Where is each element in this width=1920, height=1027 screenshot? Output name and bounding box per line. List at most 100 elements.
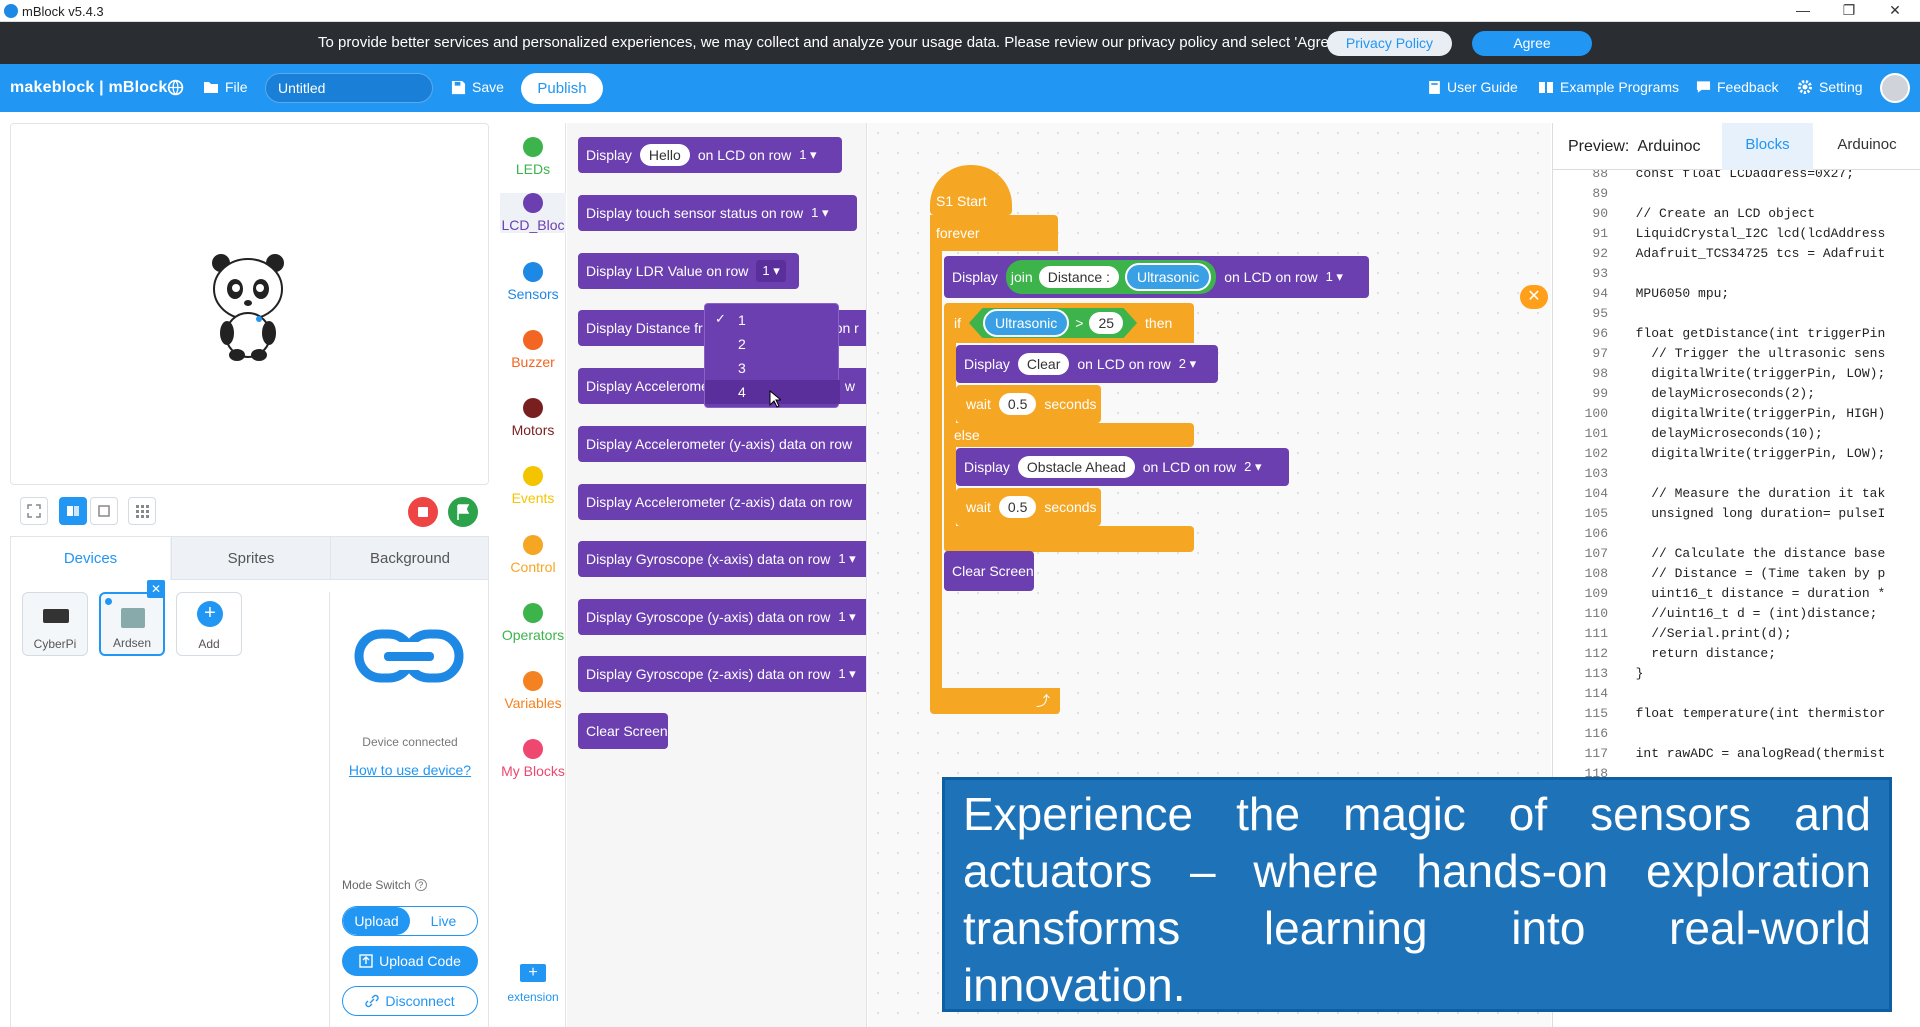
tab-arduinoc-code[interactable]: Arduinoc (1821, 123, 1913, 170)
clear-screen-block[interactable]: Clear Screen (944, 551, 1034, 591)
disconnect-button[interactable]: Disconnect (342, 986, 478, 1016)
close-window-button[interactable]: ✕ (1872, 0, 1918, 22)
dropdown-option-3[interactable]: 3 (705, 356, 840, 380)
display-text-input[interactable]: Obstacle Ahead (1017, 456, 1135, 478)
row-dropdown[interactable]: 1 ▾ (811, 205, 828, 221)
save-button[interactable]: Save (451, 79, 504, 95)
row-dropdown[interactable]: 1 ▾ (838, 551, 855, 567)
category-my-blocks[interactable]: My Blocks (500, 739, 566, 779)
display-join-block[interactable]: Display join Distance : Ultrasonic on LC… (944, 256, 1369, 298)
wait-block[interactable]: wait 0.5 seconds (956, 488, 1101, 526)
palette-block-accel-z[interactable]: Display Accelerometer (z-axis) data on r… (578, 484, 866, 520)
category-events[interactable]: Events (500, 466, 566, 506)
block-text-input[interactable]: Hello (639, 144, 690, 166)
threshold-input[interactable]: 25 (1089, 312, 1124, 334)
feedback-icon (1696, 81, 1711, 93)
dropdown-option-1[interactable]: 1 (705, 308, 840, 332)
globe-icon[interactable] (167, 79, 184, 96)
category-variables[interactable]: Variables (500, 671, 566, 711)
ultrasonic-reporter[interactable]: Ultrasonic (983, 309, 1070, 337)
file-menu[interactable]: File (203, 79, 248, 95)
help-icon[interactable]: ? (414, 879, 427, 891)
if-else-block[interactable]: if Ultrasonic > 25 then (944, 303, 1194, 343)
green-flag-button[interactable] (448, 497, 478, 527)
wait-seconds-input[interactable]: 0.5 (998, 393, 1037, 415)
stage-canvas[interactable] (10, 123, 489, 485)
add-device-button[interactable]: + Add (176, 592, 242, 656)
category-label: Events (511, 490, 555, 506)
fullscreen-button[interactable] (20, 497, 48, 525)
join-operator[interactable]: join Distance : Ultrasonic (1005, 260, 1217, 294)
stop-button[interactable] (408, 497, 438, 527)
category-operators[interactable]: Operators (500, 603, 566, 643)
restore-button[interactable]: ❐ (1826, 0, 1872, 22)
device-card-ardsen[interactable]: Ardsen (99, 592, 165, 656)
window-titlebar: mBlock v5.4.3 — ❐ ✕ (0, 0, 1920, 22)
line-code: // Create an LCD object (1620, 206, 1816, 221)
row-dropdown[interactable]: 1 ▾ (1326, 269, 1343, 285)
palette-block-touch-status[interactable]: Display touch sensor status on row 1 ▾ (578, 195, 857, 231)
panda-sprite[interactable] (209, 251, 289, 361)
row-dropdown[interactable]: 2 ▾ (1244, 459, 1261, 475)
live-mode-option[interactable]: Live (410, 907, 477, 935)
example-programs-link[interactable]: Example Programs (1538, 79, 1679, 95)
block-text: Display Gyroscope (x-axis) data on row (586, 551, 831, 567)
category-label: Buzzer (511, 354, 555, 370)
small-stage-button[interactable] (90, 497, 118, 525)
join-text-input[interactable]: Distance : (1038, 266, 1119, 288)
palette-block-accel-y[interactable]: Display Accelerometer (y-axis) data on r… (578, 426, 866, 462)
upload-code-button[interactable]: Upload Code (342, 946, 478, 976)
category-control[interactable]: Control (500, 535, 566, 575)
setting-menu[interactable]: Setting (1797, 79, 1863, 95)
s1-start-hat-block[interactable]: S1 Start (930, 165, 1012, 215)
user-avatar[interactable] (1880, 73, 1910, 103)
forever-block[interactable]: forever (930, 215, 1058, 251)
privacy-policy-button[interactable]: Privacy Policy (1327, 31, 1452, 56)
publish-button[interactable]: Publish (521, 73, 603, 104)
display-text-input[interactable]: Clear (1017, 353, 1070, 375)
ultrasonic-reporter[interactable]: Ultrasonic (1124, 263, 1212, 291)
palette-block-clear-screen[interactable]: Clear Screen (578, 713, 668, 749)
row-dropdown[interactable]: 1 ▾ (838, 609, 855, 625)
tab-sprites[interactable]: Sprites (171, 537, 330, 581)
grid-view-button[interactable] (128, 497, 156, 525)
palette-block-gyro-z[interactable]: Display Gyroscope (z-axis) data on row 1 … (578, 656, 866, 692)
agree-button[interactable]: Agree (1472, 31, 1592, 56)
large-stage-button[interactable] (59, 497, 87, 525)
palette-block-display-text[interactable]: Display Hello on LCD on row 1 ▾ (578, 137, 842, 173)
dropdown-option-2[interactable]: 2 (705, 332, 840, 356)
remove-device-icon[interactable]: ✕ (147, 580, 165, 598)
close-icon[interactable]: ✕ (1520, 285, 1548, 309)
extension-button[interactable]: + extension (500, 964, 566, 1004)
tab-background[interactable]: Background (330, 537, 489, 581)
category-leds[interactable]: LEDs (500, 137, 566, 177)
palette-block-gyro-y[interactable]: Display Gyroscope (y-axis) data on row 1 … (578, 599, 866, 635)
preview-device-label: Arduinoc (1637, 138, 1701, 155)
row-dropdown[interactable]: 1 ▾ (799, 147, 816, 163)
palette-block-ldr[interactable]: Display LDR Value on row 1 ▾ (578, 253, 799, 289)
line-code: // Measure the duration it tak (1620, 486, 1886, 501)
palette-block-gyro-x[interactable]: Display Gyroscope (x-axis) data on row 1 … (578, 541, 866, 577)
device-card-cyberpi[interactable]: CyberPi (22, 592, 88, 656)
greater-than-operator[interactable]: Ultrasonic > 25 (969, 308, 1138, 338)
category-motors[interactable]: Motors (500, 398, 566, 438)
row-dropdown[interactable]: 2 ▾ (1179, 356, 1196, 372)
display-obstacle-block[interactable]: Display Obstacle Ahead on LCD on row 2 ▾ (956, 448, 1289, 486)
row-dropdown[interactable]: 1 ▾ (838, 666, 855, 682)
minimize-button[interactable]: — (1780, 0, 1826, 22)
project-name-input[interactable]: Untitled (265, 73, 433, 103)
feedback-link[interactable]: Feedback (1696, 79, 1778, 95)
user-guide-link[interactable]: User Guide (1428, 79, 1518, 95)
wait-seconds-input[interactable]: 0.5 (998, 496, 1037, 518)
display-clear-block[interactable]: Display Clear on LCD on row 2 ▾ (956, 345, 1218, 383)
category-lcd[interactable]: LCD_Bloc (500, 193, 566, 233)
upload-mode-option[interactable]: Upload (343, 907, 410, 935)
mode-toggle[interactable]: Upload Live (342, 906, 478, 936)
how-to-use-link[interactable]: How to use device? (330, 762, 490, 778)
category-buzzer[interactable]: Buzzer (500, 330, 566, 370)
tab-blocks[interactable]: Blocks (1722, 123, 1813, 170)
category-sensors[interactable]: Sensors (500, 262, 566, 302)
wait-block[interactable]: wait 0.5 seconds (956, 385, 1101, 423)
tab-devices[interactable]: Devices (11, 537, 170, 581)
row-dropdown-open[interactable]: 1 ▾ (756, 260, 786, 282)
